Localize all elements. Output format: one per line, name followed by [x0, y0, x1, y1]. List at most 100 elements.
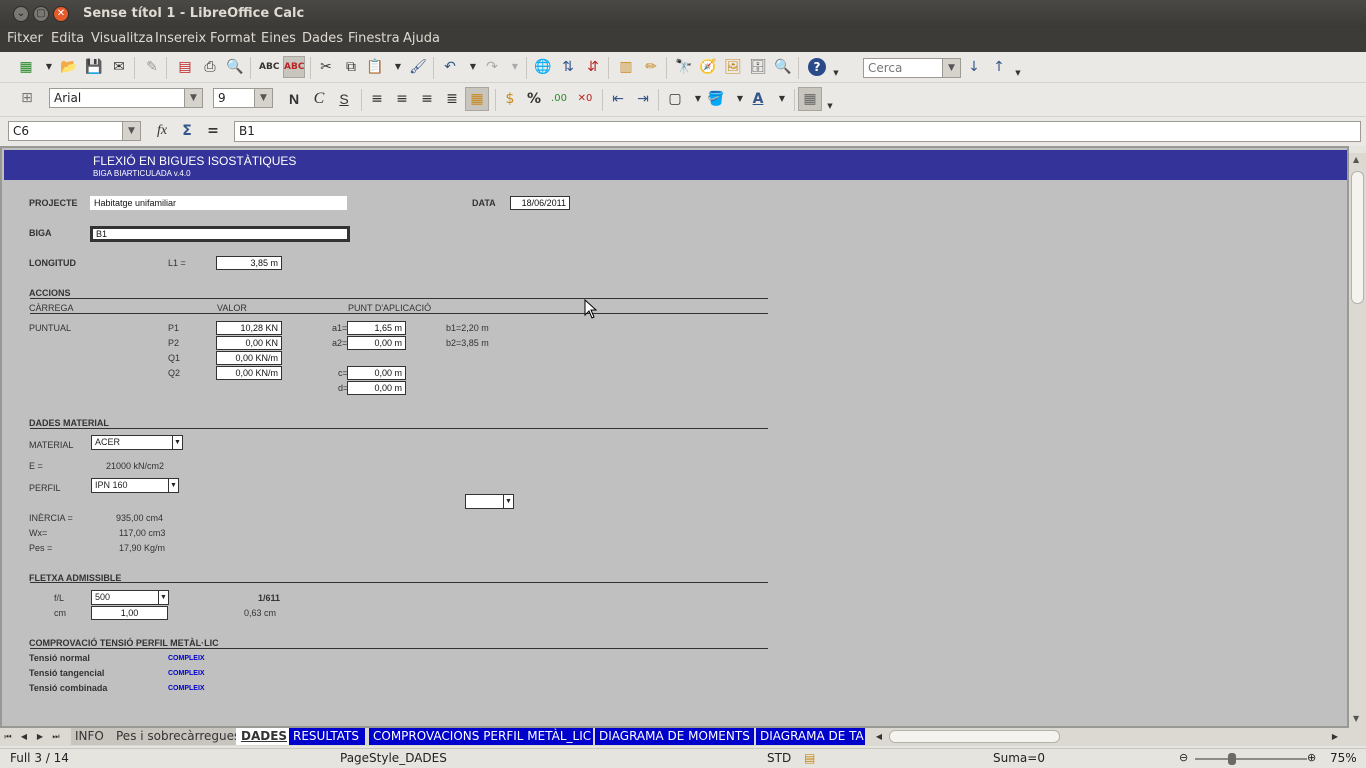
close-icon[interactable]: ✕ [53, 6, 69, 22]
name-box-dropdown-icon[interactable]: ▼ [122, 122, 140, 140]
menu-ajuda[interactable]: Ajuda [403, 31, 440, 46]
c-cell[interactable]: 0,00 m [347, 366, 406, 380]
tab-diagrama-moments[interactable]: DIAGRAMA DE MOMENTS [595, 728, 754, 745]
paste-icon[interactable]: 📋 [366, 58, 384, 76]
increase-indent-icon[interactable]: ⇥ [634, 90, 652, 108]
previous-sheet-icon[interactable]: ◀ [18, 728, 30, 746]
spellcheck-icon[interactable]: ABC [259, 58, 279, 76]
zoom-in-icon[interactable]: ⊕ [1307, 751, 1316, 764]
horizontal-scroll-thumb[interactable] [889, 730, 1060, 743]
tab-resultats[interactable]: RESULTATS [289, 728, 365, 745]
add-decimal-icon[interactable]: .00 [550, 90, 568, 108]
sum-display[interactable]: Suma=0 [993, 751, 1045, 765]
p2-cell[interactable]: 0,00 KN [216, 336, 282, 350]
menu-visualitza[interactable]: Visualitza [91, 31, 153, 46]
q1-cell[interactable]: 0,00 KN/m [216, 351, 282, 365]
menu-finestra[interactable]: Finestra [348, 31, 400, 46]
navigator-icon[interactable]: 🧭 [699, 58, 717, 76]
spreadsheet-area[interactable]: FLEXIÓ EN BIGUES ISOSTÀTIQUES BIGA BIART… [0, 146, 1349, 728]
draw-functions-icon[interactable]: ✏ [642, 58, 660, 76]
last-sheet-icon[interactable]: ⏭ [50, 728, 62, 746]
styles-icon[interactable]: ⊞ [18, 89, 36, 107]
tab-pes-i-sobrecarregues[interactable]: Pes i sobrecàrregues [112, 728, 240, 745]
underline-button[interactable]: S [335, 90, 353, 108]
first-sheet-icon[interactable]: ⏮ [2, 728, 14, 746]
background-color-icon[interactable]: 🪣 [707, 90, 725, 108]
chart-icon[interactable]: ▥ [617, 58, 635, 76]
fl-dropdown-icon[interactable]: ▼ [158, 591, 168, 604]
tab-info[interactable]: INFO [71, 728, 112, 745]
bold-button[interactable]: N [285, 90, 303, 108]
data-sources-icon[interactable]: 🗄 [749, 58, 767, 76]
tab-diagrama-tallants[interactable]: DIAGRAMA DE TA [756, 728, 865, 745]
hyperlink-icon[interactable]: 🌐 [534, 58, 552, 76]
material-dropdown-icon[interactable]: ▼ [172, 436, 182, 449]
l1-cell[interactable]: 3,85 m [216, 256, 282, 270]
clone-formatting-icon[interactable]: 🖌 [409, 58, 427, 76]
biga-cell[interactable]: B1 [90, 226, 350, 242]
borders-icon[interactable]: ▢ [666, 90, 684, 108]
material-dropdown[interactable]: ACER ▼ [91, 435, 183, 450]
redo-icon[interactable]: ↷ [483, 58, 501, 76]
autospellcheck-icon[interactable]: ABC [283, 56, 305, 78]
borders-dropdown-icon[interactable]: ▼ [689, 90, 707, 108]
open-icon[interactable]: 📂 [60, 58, 78, 76]
menu-eines[interactable]: Eines [261, 31, 296, 46]
font-name-dropdown-icon[interactable]: ▼ [184, 89, 202, 107]
cut-icon[interactable]: ✂ [317, 58, 335, 76]
a2-cell[interactable]: 0,00 m [347, 336, 406, 350]
merge-cells-icon[interactable]: ▦ [465, 87, 489, 111]
formula-input[interactable]: B1 [234, 121, 1361, 142]
empty-dropdown-icon[interactable]: ▼ [503, 495, 513, 508]
scroll-down-icon[interactable]: ▼ [1353, 714, 1359, 723]
d-cell[interactable]: 0,00 m [347, 381, 406, 395]
italic-button[interactable]: C [310, 90, 328, 108]
gallery-icon[interactable]: 🖼 [724, 58, 742, 76]
hscroll-left-icon[interactable]: ◀ [873, 728, 885, 746]
zoom-slider-handle[interactable] [1228, 753, 1236, 765]
tab-comprovacions[interactable]: COMPROVACIONS PERFIL METÀL_LIC [369, 728, 593, 745]
find-replace-icon[interactable]: 🔭 [675, 58, 693, 76]
menu-edita[interactable]: Edita [51, 31, 84, 46]
menu-fitxer[interactable]: Fitxer [7, 31, 43, 46]
align-center-icon[interactable]: ≡ [393, 90, 411, 108]
zoom-slider[interactable] [1195, 758, 1307, 760]
vertical-scroll-thumb[interactable] [1351, 171, 1364, 304]
percent-button[interactable]: % [525, 90, 543, 108]
fl-dropdown[interactable]: 500 ▼ [91, 590, 169, 605]
menu-insereix[interactable]: Insereix [155, 31, 206, 46]
hscroll-right-icon[interactable]: ▶ [1329, 728, 1341, 746]
print-preview-icon[interactable]: 🔍 [226, 58, 244, 76]
save-icon[interactable]: 💾 [85, 58, 103, 76]
find-toolbar-options-icon[interactable]: ▼ [1014, 64, 1022, 82]
name-box[interactable]: C6 ▼ [8, 121, 141, 141]
font-name-box[interactable]: Arial ▼ [49, 88, 203, 108]
paste-dropdown-icon[interactable]: ▼ [389, 58, 407, 76]
empty-dropdown[interactable]: ▼ [465, 494, 514, 509]
toolbar-options-icon[interactable]: ▼ [832, 64, 840, 82]
zoom-level[interactable]: 75% [1330, 751, 1357, 765]
cm-cell[interactable]: 1,00 [91, 606, 168, 620]
next-sheet-icon[interactable]: ▶ [34, 728, 46, 746]
zoom-icon[interactable]: 🔍 [774, 58, 792, 76]
function-wizard-icon[interactable]: fx [153, 122, 171, 140]
font-size-box[interactable]: 9 ▼ [213, 88, 273, 108]
menu-dades[interactable]: Dades [302, 31, 343, 46]
page-style[interactable]: PageStyle_DADES [340, 751, 447, 765]
q2-cell[interactable]: 0,00 KN/m [216, 366, 282, 380]
maximize-icon[interactable]: ▢ [33, 6, 49, 22]
sort-descending-icon[interactable]: ⇵ [584, 58, 602, 76]
new-dropdown-icon[interactable]: ▼ [40, 58, 58, 76]
minimize-icon[interactable]: ⌄ [13, 6, 29, 22]
find-next-icon[interactable]: ↓ [965, 58, 983, 76]
a1-cell[interactable]: 1,65 m [347, 321, 406, 335]
vertical-scrollbar[interactable]: ▲ ▼ [1349, 153, 1366, 728]
decrease-indent-icon[interactable]: ⇤ [609, 90, 627, 108]
align-right-icon[interactable]: ≡ [418, 90, 436, 108]
undo-dropdown-icon[interactable]: ▼ [464, 58, 482, 76]
sum-icon[interactable]: Σ [178, 122, 196, 140]
align-left-icon[interactable]: ≡ [368, 90, 386, 108]
tab-dades[interactable]: DADES [236, 728, 289, 745]
search-dropdown-icon[interactable]: ▼ [942, 59, 960, 77]
menu-format[interactable]: Format [210, 31, 256, 46]
